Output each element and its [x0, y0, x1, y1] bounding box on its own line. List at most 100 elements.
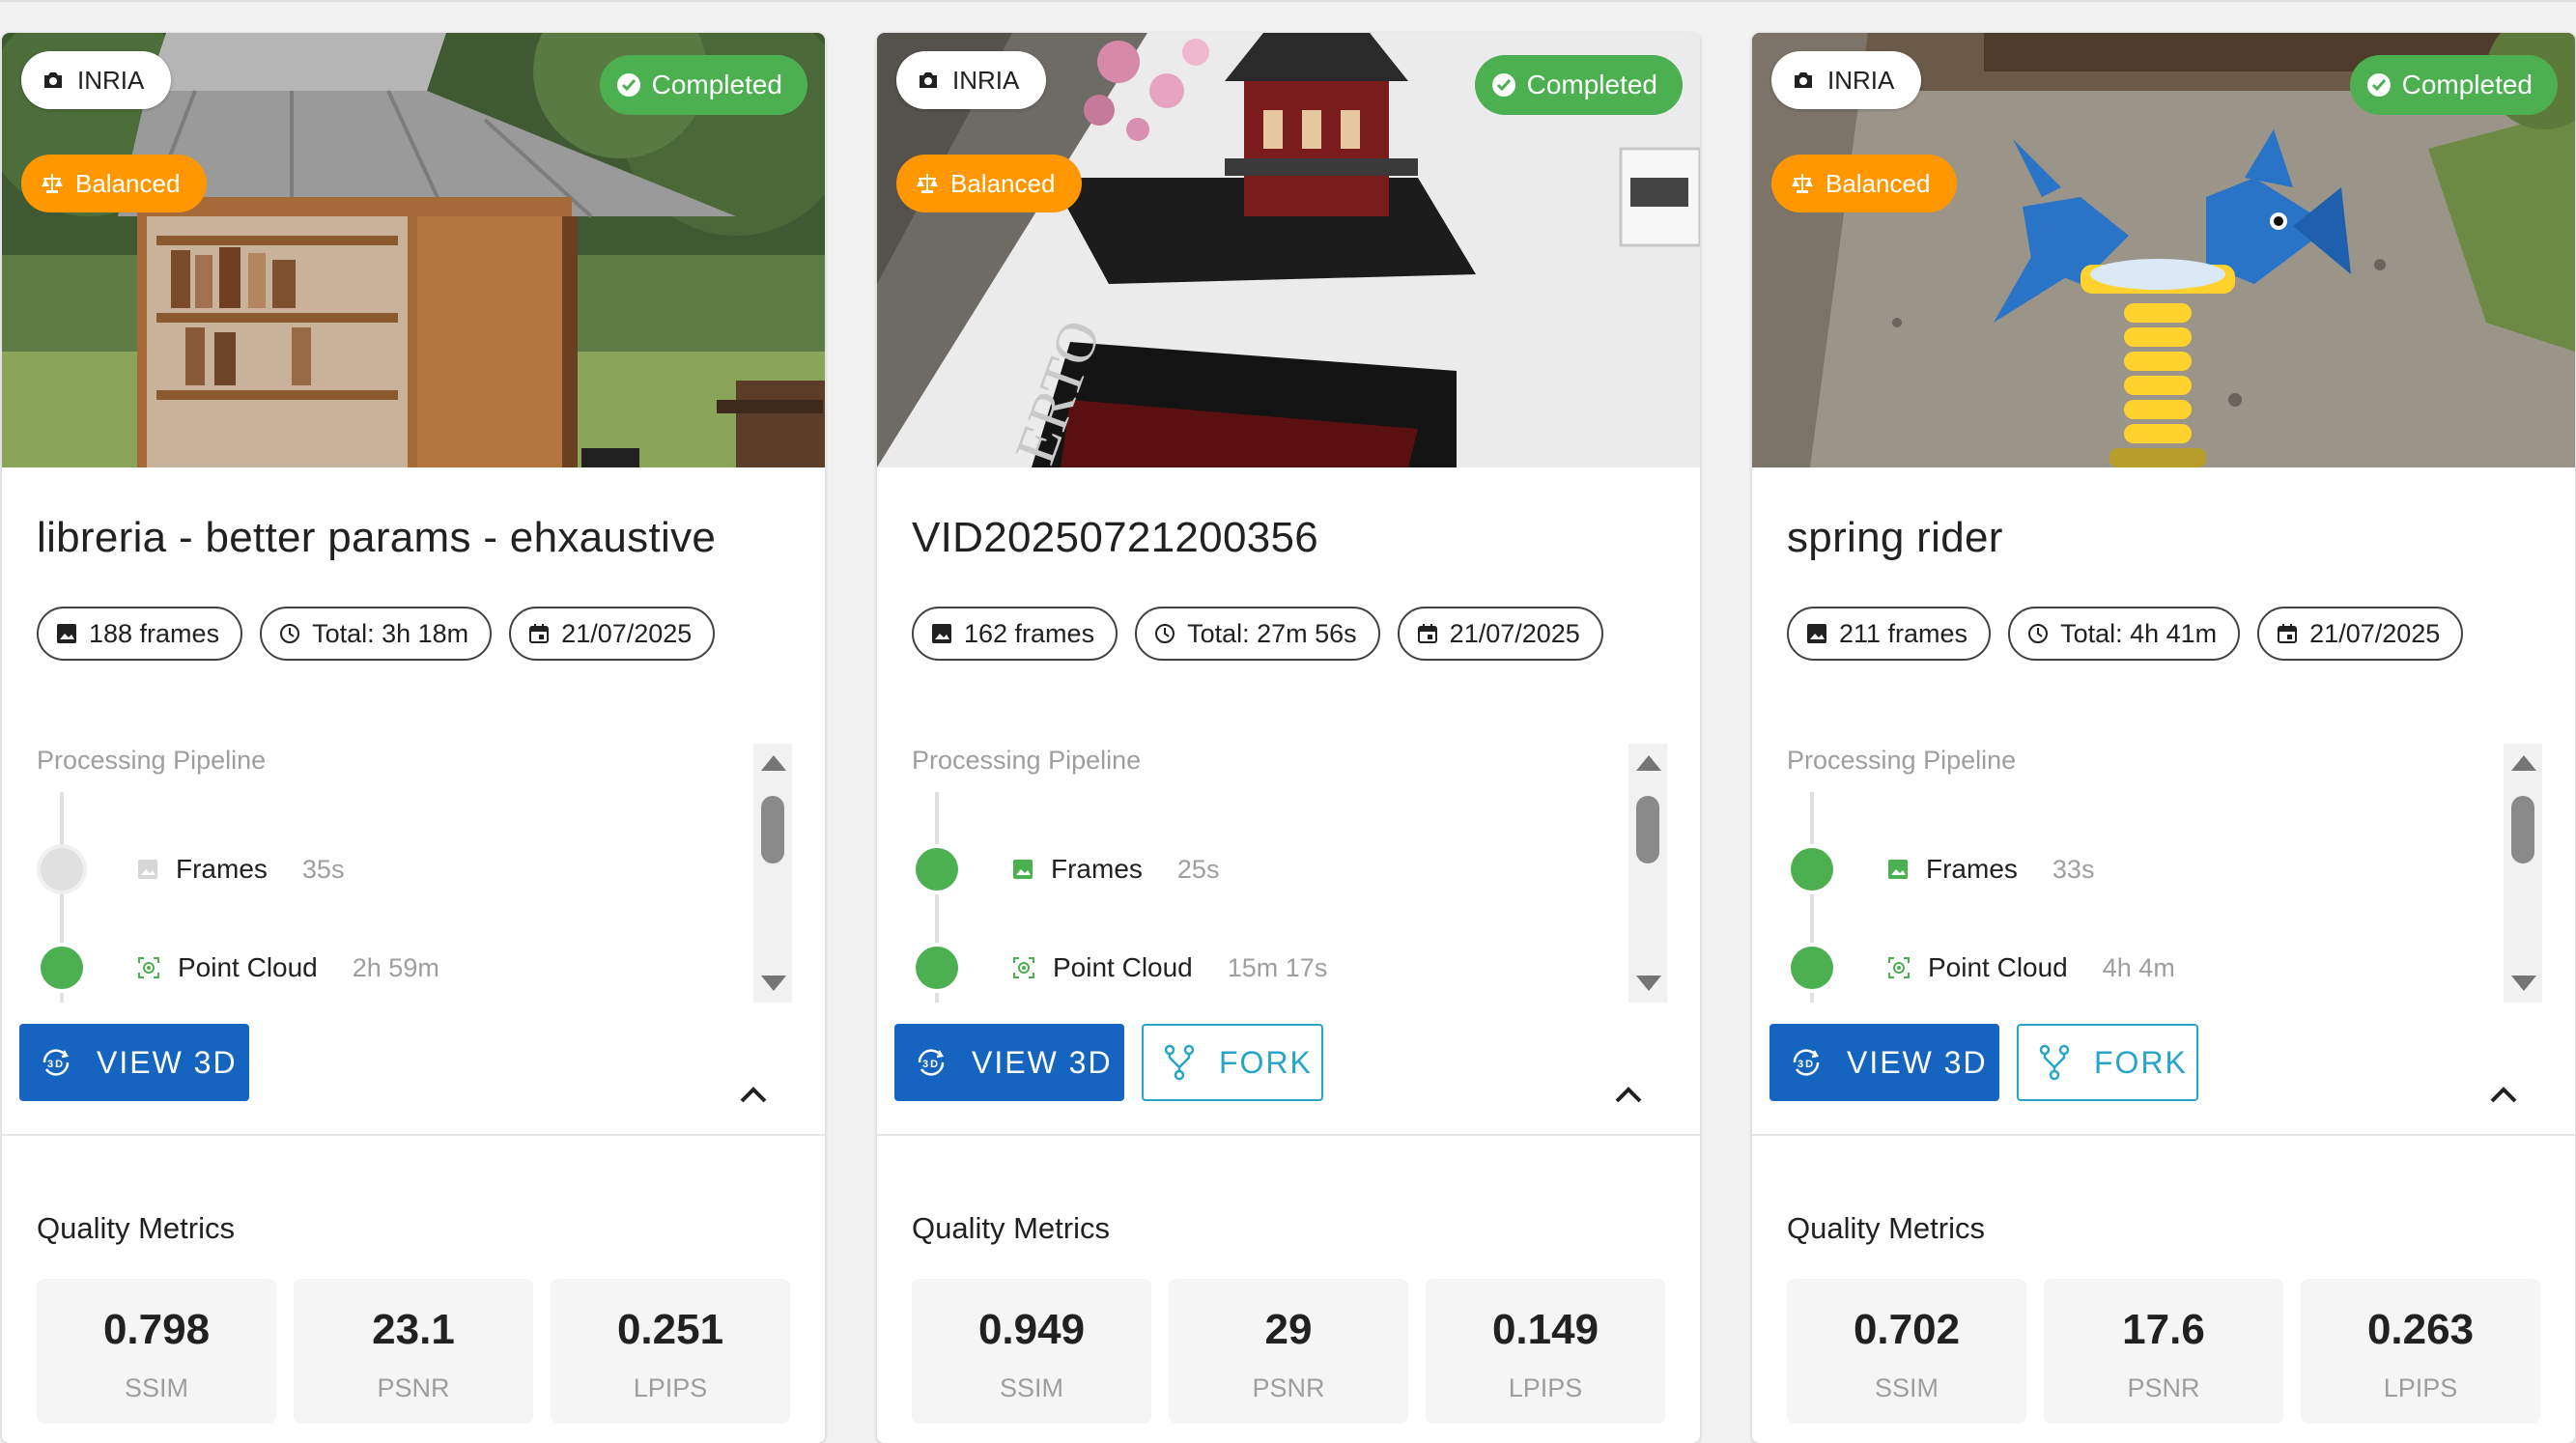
project-card[interactable]: INRIA Balanced Completed libreria - bett… [2, 33, 825, 1443]
project-title[interactable]: spring rider [1787, 514, 2003, 562]
total-time-stat: Total: 27m 56s [1135, 607, 1380, 661]
source-chip: INRIA [21, 51, 172, 109]
project-card[interactable]: ERTO INRIA Balanced Completed VID2025072… [877, 33, 1700, 1443]
quality-metrics-title: Quality Metrics [912, 1211, 1110, 1245]
pipeline-step-point-cloud: Point Cloud 4h 4m [1887, 950, 2175, 985]
calendar-icon [1417, 624, 1437, 643]
point-cloud-icon [138, 957, 159, 978]
status-badge: Completed [2349, 55, 2558, 115]
pipeline-scrollbar[interactable] [1628, 744, 1667, 1003]
3d-rotation-icon: 3D [918, 1049, 945, 1076]
view-3d-button[interactable]: 3D VIEW 3D [19, 1024, 249, 1101]
step-node-done [1791, 947, 1833, 989]
date-stat: 21/07/2025 [1397, 607, 1603, 661]
ssim-metric: 0.702 SSIM [1787, 1279, 2026, 1424]
step-node-done [41, 947, 83, 989]
step-node-done [916, 947, 958, 989]
balance-scale-icon [42, 174, 63, 193]
step-node-done [1791, 848, 1833, 891]
project-card[interactable]: INRIA Balanced Completed spring rider 21… [1752, 33, 2575, 1443]
stats-row: 162 frames Total: 27m 56s 21/07/2025 [912, 607, 1603, 661]
view-3d-button[interactable]: 3D VIEW 3D [894, 1024, 1124, 1101]
status-badge: Completed [599, 55, 807, 115]
scroll-down-arrow-icon[interactable] [2511, 976, 2536, 991]
mode-label: Balanced [1826, 168, 1931, 198]
ssim-metric: 0.949 SSIM [912, 1279, 1151, 1424]
image-icon [1888, 860, 1908, 879]
fork-icon [2039, 1044, 2070, 1081]
pipeline-scrollbar[interactable] [753, 744, 792, 1003]
collapse-chevron-up-icon[interactable] [2486, 1082, 2521, 1109]
pipeline-title: Processing Pipeline [1787, 746, 2017, 775]
date-stat: 21/07/2025 [2257, 607, 2464, 661]
status-label: Completed [651, 70, 782, 99]
scroll-up-arrow-icon[interactable] [2511, 755, 2536, 771]
source-label: INRIA [1827, 65, 1895, 95]
camera-icon [1795, 72, 1812, 88]
source-chip: INRIA [1771, 51, 1922, 109]
step-node-pending [41, 848, 83, 891]
scrollbar-thumb[interactable] [2511, 796, 2534, 863]
pipeline-scrollbar[interactable] [2504, 744, 2542, 1003]
svg-text:3D: 3D [922, 1059, 940, 1070]
scroll-up-arrow-icon[interactable] [761, 755, 786, 771]
date-stat: 21/07/2025 [509, 607, 716, 661]
frames-stat: 211 frames [1787, 607, 1992, 661]
step-node-done [916, 848, 958, 891]
pipeline-step-point-cloud: Point Cloud 2h 59m [137, 950, 439, 985]
psnr-metric: 29 PSNR [1169, 1279, 1408, 1424]
calendar-icon [2278, 624, 2298, 643]
camera-icon [44, 72, 62, 88]
point-cloud-icon [1888, 957, 1910, 978]
pipeline-step-frames: Frames 25s [1012, 852, 1219, 887]
view-3d-button[interactable]: 3D VIEW 3D [1769, 1024, 1999, 1101]
project-title[interactable]: VID20250721200356 [912, 514, 1318, 562]
svg-text:3D: 3D [47, 1059, 65, 1070]
3d-rotation-icon: 3D [1793, 1049, 1820, 1076]
camera-icon [920, 72, 937, 88]
psnr-metric: 17.6 PSNR [2044, 1279, 2283, 1424]
image-icon [1807, 624, 1826, 643]
clock-icon [2028, 624, 2049, 643]
pipeline-step-point-cloud: Point Cloud 15m 17s [1012, 950, 1327, 985]
clock-icon [280, 624, 300, 643]
collapse-chevron-up-icon[interactable] [1611, 1082, 1646, 1109]
image-icon [1013, 860, 1033, 879]
balance-scale-icon [917, 174, 938, 193]
status-label: Completed [1526, 70, 1657, 99]
scroll-down-arrow-icon[interactable] [1636, 976, 1661, 991]
source-label: INRIA [77, 65, 145, 95]
check-circle-icon [616, 73, 640, 97]
image-icon [932, 624, 951, 643]
quality-metrics-title: Quality Metrics [37, 1211, 235, 1245]
point-cloud-icon [1013, 957, 1034, 978]
project-title[interactable]: libreria - better params - ehxaustive [37, 514, 716, 562]
top-border [0, 0, 2576, 2]
scroll-up-arrow-icon[interactable] [1636, 755, 1661, 771]
total-time-stat: Total: 3h 18m [260, 607, 493, 661]
quality-metrics-title: Quality Metrics [1787, 1211, 1985, 1245]
pipeline-title: Processing Pipeline [37, 746, 267, 775]
total-time-stat: Total: 4h 41m [2008, 607, 2241, 661]
scrollbar-thumb[interactable] [1636, 796, 1659, 863]
divider [2, 1134, 825, 1136]
source-label: INRIA [952, 65, 1020, 95]
status-badge: Completed [1474, 55, 1683, 115]
mode-chip: Balanced [1771, 155, 1958, 212]
image-icon [138, 860, 157, 879]
collapse-chevron-up-icon[interactable] [736, 1082, 771, 1109]
3d-rotation-icon: 3D [42, 1049, 70, 1076]
status-label: Completed [2401, 70, 2533, 99]
calendar-icon [529, 624, 550, 643]
mode-chip: Balanced [21, 155, 208, 212]
fork-icon [1164, 1044, 1195, 1081]
source-chip: INRIA [896, 51, 1047, 109]
fork-button[interactable]: FORK [2017, 1024, 2198, 1101]
scroll-down-arrow-icon[interactable] [761, 976, 786, 991]
fork-button[interactable]: FORK [1142, 1024, 1323, 1101]
balance-scale-icon [1792, 174, 1813, 193]
scrollbar-thumb[interactable] [761, 796, 784, 863]
mode-chip: Balanced [896, 155, 1083, 212]
divider [877, 1134, 1700, 1136]
pipeline-step-frames: Frames 33s [1887, 852, 2094, 887]
